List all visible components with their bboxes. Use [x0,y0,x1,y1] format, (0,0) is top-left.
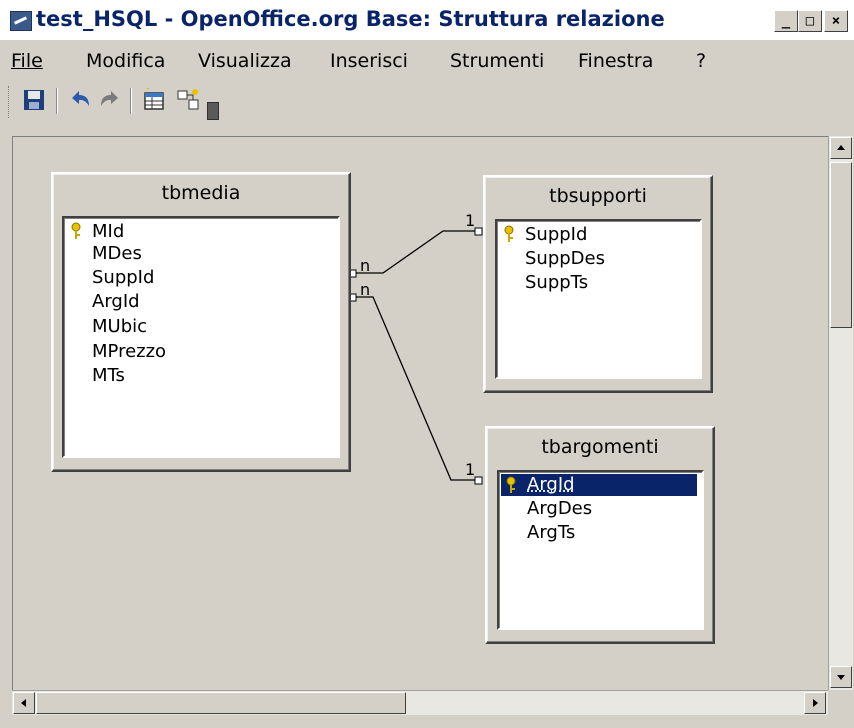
toolbar [0,80,854,128]
field-item[interactable]: MPrezzo [92,341,166,363]
field-item[interactable]: SuppTs [525,272,588,294]
save-icon[interactable] [22,88,46,112]
menu-file[interactable]: File [11,50,43,72]
toolbar-grip[interactable] [8,86,12,118]
app-icon [10,11,32,31]
table-window-tbmedia[interactable]: tbmedia MId MDes SuppId ArgId MUbic MPre… [51,172,351,472]
toolbar-separator [130,88,132,114]
scroll-down-button[interactable] [830,666,852,688]
vertical-scrollbar[interactable] [828,136,853,690]
primary-key-icon [506,476,516,493]
menu-help[interactable]: ? [696,50,706,72]
primary-key-icon [504,225,514,242]
menu-modifica[interactable]: Modifica [86,50,165,72]
relation-cardinality-many: n [360,256,371,275]
scrollbar-corner [828,690,852,714]
table-title[interactable]: tbsupporti [485,185,711,207]
field-item[interactable]: ArgId [92,291,140,313]
field-item[interactable]: SuppDes [525,248,605,270]
table-title[interactable]: tbmedia [53,182,349,204]
title-bar[interactable]: test_HSQL - OpenOffice.org Base: Struttu… [0,0,854,40]
scroll-thumb-vertical[interactable] [830,162,852,328]
menu-inserisci[interactable]: Inserisci [330,50,408,72]
toolbar-separator [56,88,58,114]
arrow-right-icon [813,699,818,707]
arrow-up-icon [837,145,845,150]
table-window-tbargomenti[interactable]: tbargomenti ArgId ArgDes ArgTs [485,426,715,644]
field-item[interactable]: MTs [92,365,125,387]
redo-icon[interactable] [98,88,122,112]
primary-key-icon [71,222,81,239]
menu-bar: File Modifica Visualizza Inserisci Strum… [0,46,854,76]
application-window: test_HSQL - OpenOffice.org Base: Struttu… [0,0,854,728]
add-table-icon[interactable] [142,88,166,112]
scroll-left-button[interactable] [13,692,35,714]
scroll-thumb-horizontal[interactable] [36,692,406,714]
maximize-button[interactable]: □ [798,10,822,32]
menu-visualizza[interactable]: Visualizza [198,50,292,72]
field-list[interactable]: ArgId ArgDes ArgTs [497,470,704,630]
arrow-left-icon [21,699,26,707]
menu-finestra[interactable]: Finestra [578,50,653,72]
field-item[interactable]: ArgDes [527,498,592,520]
scroll-up-button[interactable] [830,137,852,159]
minimize-button[interactable]: _ [774,10,798,32]
menu-strumenti[interactable]: Strumenti [450,50,544,72]
field-item[interactable]: SuppId [92,267,154,289]
window-title: test_HSQL - OpenOffice.org Base: Struttu… [36,7,665,31]
field-item[interactable]: MUbic [92,316,147,338]
new-relation-icon[interactable] [176,88,200,112]
field-item-selected[interactable]: ArgId [527,474,575,496]
undo-icon[interactable] [68,88,92,112]
table-title[interactable]: tbargomenti [487,436,713,458]
relation-design-canvas[interactable]: n 1 n 1 tbmedia MId MDes SuppId ArgId MU… [12,136,830,692]
horizontal-scrollbar[interactable] [12,690,828,715]
relation-line-argid[interactable] [348,293,483,485]
field-item[interactable]: MId [92,221,124,243]
toolbar-overflow-arrow[interactable] [207,102,219,120]
close-button[interactable]: × [824,10,848,32]
scroll-right-button[interactable] [804,692,826,714]
field-item[interactable]: ArgTs [527,522,575,544]
relation-cardinality-many: n [360,280,371,299]
relation-cardinality-one: 1 [465,460,476,479]
field-list[interactable]: MId MDes SuppId ArgId MUbic MPrezzo MTs [62,216,340,458]
field-item[interactable]: MDes [92,243,142,265]
arrow-down-icon [837,675,845,680]
table-window-tbsupporti[interactable]: tbsupporti SuppId SuppDes SuppTs [483,175,713,393]
field-item[interactable]: SuppId [525,224,587,246]
relation-cardinality-one: 1 [465,211,476,230]
field-list[interactable]: SuppId SuppDes SuppTs [495,219,702,379]
